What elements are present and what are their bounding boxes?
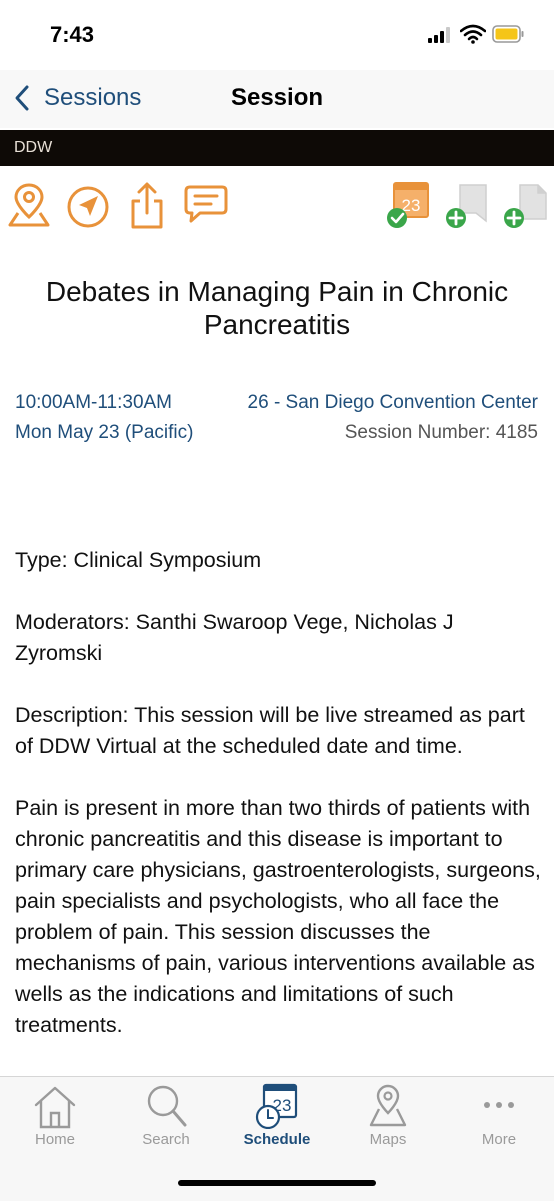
session-number: Session Number: 4185 — [344, 422, 538, 443]
wifi-icon — [460, 24, 486, 44]
tab-schedule[interactable]: 23 Schedule — [222, 1083, 332, 1155]
session-body: Pain is present in more than two thirds … — [15, 796, 541, 1037]
calendar-added-icon[interactable]: 23 — [386, 181, 434, 229]
page-title: Session — [230, 84, 324, 111]
comment-icon[interactable] — [182, 181, 228, 229]
home-icon — [34, 1086, 76, 1129]
status-bar: 7:43 — [0, 0, 554, 70]
navigate-icon[interactable] — [64, 181, 110, 229]
session-moderators: Moderators: Santhi Swaroop Vege, Nichola… — [15, 610, 454, 665]
more-icon — [484, 1102, 514, 1108]
tab-search-label: Search — [142, 1131, 190, 1148]
cellular-signal-icon — [428, 27, 454, 43]
navigation-bar: Sessions Session — [0, 70, 554, 128]
tab-schedule-label: Schedule — [243, 1131, 311, 1148]
tab-search[interactable]: Search — [111, 1083, 221, 1155]
tab-more[interactable]: More — [444, 1083, 554, 1155]
schedule-icon: 23 — [255, 1083, 298, 1129]
session-type: Type: Clinical Symposium — [15, 548, 262, 572]
tab-maps-label: Maps — [369, 1131, 407, 1148]
session-date: Mon May 23 (Pacific) — [15, 422, 194, 443]
session-title: Debates in Managing Pain in Chronic Panc… — [45, 276, 509, 340]
tab-more-label: More — [481, 1131, 517, 1148]
add-note-icon[interactable] — [444, 181, 492, 229]
home-indicator[interactable] — [178, 1180, 376, 1186]
tab-home[interactable]: Home — [0, 1083, 110, 1155]
session-location-link[interactable]: 26 - San Diego Convention Center — [248, 392, 538, 414]
map-icon — [369, 1084, 407, 1127]
share-icon[interactable] — [124, 181, 170, 229]
add-document-icon[interactable] — [502, 181, 550, 229]
session-time: 10:00AM-11:30AM — [15, 392, 173, 413]
org-banner: DDW — [0, 130, 554, 166]
battery-icon — [492, 25, 524, 43]
search-icon — [147, 1085, 187, 1127]
session-toolbar: 23 — [0, 175, 554, 235]
org-label: DDW — [14, 139, 53, 156]
tab-maps[interactable]: Maps — [333, 1083, 443, 1155]
status-time: 7:43 — [50, 22, 95, 47]
map-pin-icon[interactable] — [6, 181, 52, 229]
session-description: Description: This session will be live s… — [15, 703, 525, 758]
session-details: Type: Clinical Symposium Moderators: San… — [15, 545, 543, 1072]
tab-home-label: Home — [34, 1131, 75, 1148]
